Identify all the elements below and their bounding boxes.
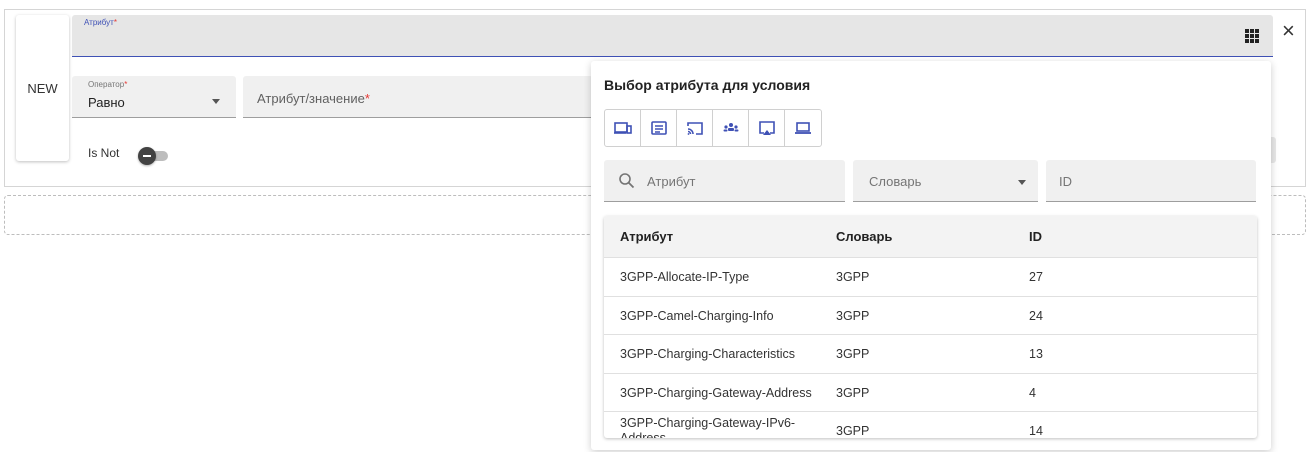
table-row[interactable]: 3GPP-Charging-Gateway-IPv6-Address 3GPP … xyxy=(604,412,1257,438)
cell-id: 4 xyxy=(1029,385,1036,400)
laptop-icon[interactable] xyxy=(785,110,821,146)
grid-icon[interactable] xyxy=(1245,29,1259,43)
attribute-field[interactable]: Атрибут* xyxy=(72,15,1273,57)
value-input[interactable]: Атрибут/значение* xyxy=(243,76,593,118)
cell-id: 24 xyxy=(1029,308,1043,323)
chevron-down-icon xyxy=(1018,180,1026,185)
search-icon xyxy=(619,173,635,189)
document-icon[interactable] xyxy=(641,110,677,146)
table-row[interactable]: 3GPP-Charging-Characteristics 3GPP 13 xyxy=(604,335,1257,374)
table-row[interactable]: 3GPP-Allocate-IP-Type 3GPP 27 xyxy=(604,258,1257,297)
operator-label: Оператор* xyxy=(88,80,128,89)
operator-select[interactable]: Оператор* Равно xyxy=(72,76,236,118)
cell-dictionary: 3GPP xyxy=(836,347,870,361)
cell-attribute: 3GPP-Charging-Gateway-Address xyxy=(620,385,812,400)
airplay-icon[interactable] xyxy=(749,110,785,146)
attribute-field-label: Атрибут* xyxy=(84,18,117,27)
dictionary-select[interactable]: Словарь xyxy=(853,160,1038,202)
cell-id: 13 xyxy=(1029,347,1043,361)
id-input[interactable]: ID xyxy=(1046,160,1256,202)
id-placeholder: ID xyxy=(1059,174,1072,189)
table-row[interactable]: 3GPP-Camel-Charging-Info 3GPP 24 xyxy=(604,297,1257,335)
dictionary-placeholder: Словарь xyxy=(869,174,922,189)
column-header-dictionary[interactable]: Словарь xyxy=(836,216,892,258)
is-not-toggle[interactable] xyxy=(138,147,168,165)
cell-id: 14 xyxy=(1029,424,1043,438)
column-header-id[interactable]: ID xyxy=(1029,216,1042,258)
cell-dictionary: 3GPP xyxy=(836,308,870,323)
cell-attribute: 3GPP-Allocate-IP-Type xyxy=(620,270,750,284)
attribute-table: Атрибут Словарь ID 3GPP-Allocate-IP-Type… xyxy=(604,216,1257,438)
table-row[interactable]: 3GPP-Charging-Gateway-Address 3GPP 4 xyxy=(604,374,1257,412)
column-header-attribute[interactable]: Атрибут xyxy=(620,216,673,258)
toggle-knob xyxy=(138,147,156,165)
chevron-down-icon xyxy=(212,99,220,104)
operator-value: Равно xyxy=(88,95,125,110)
device-icon[interactable] xyxy=(605,110,641,146)
cell-id: 27 xyxy=(1029,270,1043,284)
search-placeholder: Атрибут xyxy=(647,174,696,189)
popup-title: Выбор атрибута для условия xyxy=(604,77,811,93)
cell-dictionary: 3GPP xyxy=(836,270,870,284)
category-icon-bar xyxy=(604,109,822,147)
close-icon[interactable]: × xyxy=(1282,20,1295,42)
is-not-label: Is Not xyxy=(88,146,120,160)
cast-icon[interactable] xyxy=(677,110,713,146)
cell-attribute: 3GPP-Charging-Characteristics xyxy=(620,347,796,361)
value-placeholder: Атрибут/значение* xyxy=(257,91,370,106)
users-icon[interactable] xyxy=(713,110,749,146)
new-badge: NEW xyxy=(16,15,69,161)
cell-attribute: 3GPP-Charging-Gateway-IPv6-Address xyxy=(620,416,796,438)
attribute-search-input[interactable]: Атрибут xyxy=(604,160,845,202)
cell-attribute: 3GPP-Camel-Charging-Info xyxy=(620,308,774,323)
new-label: NEW xyxy=(27,80,58,96)
cell-dictionary: 3GPP xyxy=(836,424,870,438)
table-header: Атрибут Словарь ID xyxy=(604,216,1257,258)
attribute-picker-popup: Выбор атрибута для условия Атрибут Слова… xyxy=(591,61,1271,450)
cell-dictionary: 3GPP xyxy=(836,385,870,400)
